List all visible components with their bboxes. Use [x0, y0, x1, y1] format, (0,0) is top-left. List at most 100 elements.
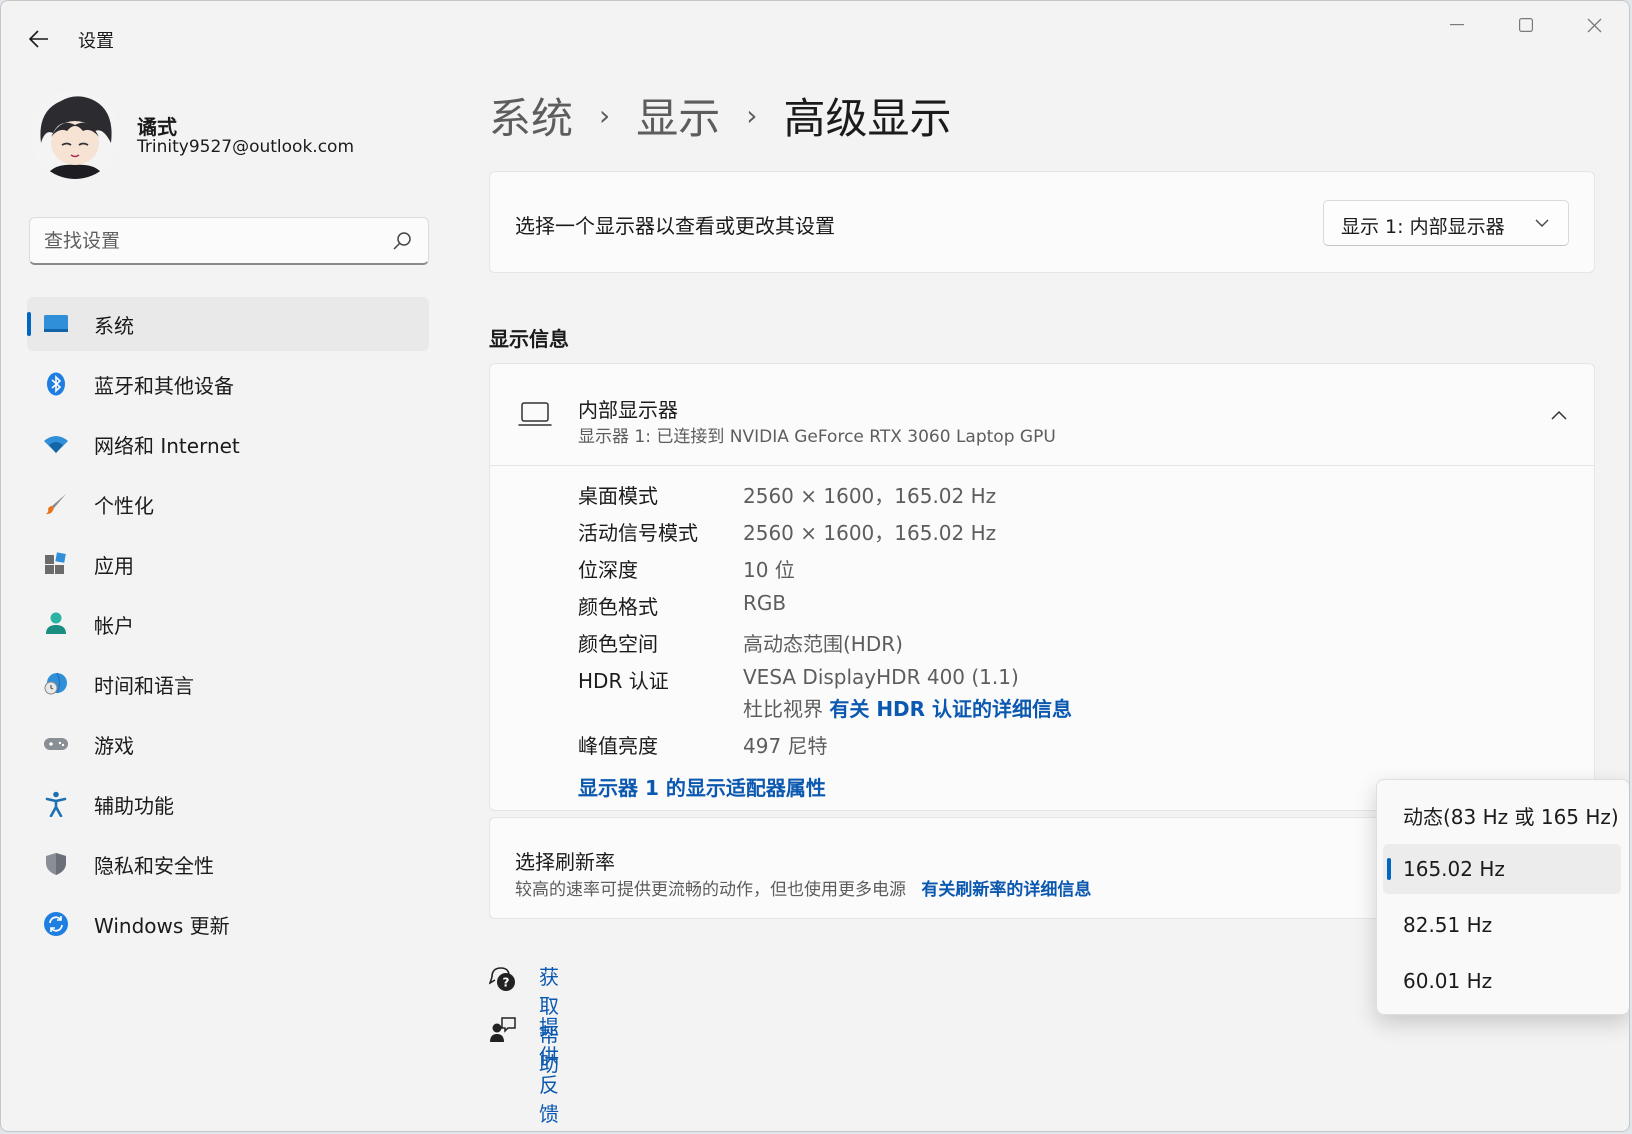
display-info-title: 内部显示器	[578, 398, 678, 422]
refresh-rate-title: 选择刷新率	[515, 850, 615, 874]
sidebar-item-label: 时间和语言	[94, 673, 194, 698]
info-value: 2560 × 1600，165.02 Hz	[743, 521, 997, 545]
sidebar-item-label: 隐私和安全性	[94, 853, 214, 878]
sidebar-item-label: 辅助功能	[94, 793, 174, 818]
breadcrumb-system[interactable]: 系统	[489, 85, 573, 146]
minimize-button[interactable]	[1422, 1, 1491, 49]
system-icon	[43, 311, 69, 337]
sidebar-item-bluetooth[interactable]: 蓝牙和其他设备	[27, 357, 429, 411]
search-box	[29, 217, 429, 265]
bluetooth-icon	[43, 371, 69, 397]
sidebar-item-personalization[interactable]: 个性化	[27, 477, 429, 531]
refresh-option-label: 165.02 Hz	[1403, 857, 1505, 881]
info-value: RGB	[743, 591, 787, 615]
info-key: HDR 认证	[578, 669, 669, 693]
sidebar-nav: 系统 蓝牙和其他设备 网络和 Internet 个性化 应用 帐户 时间和语言 …	[27, 297, 429, 957]
sidebar-item-accounts[interactable]: 帐户	[27, 597, 429, 651]
time-language-icon	[43, 671, 69, 697]
sidebar-item-privacy[interactable]: 隐私和安全性	[27, 837, 429, 891]
refresh-rate-description: 较高的速率可提供更流畅的动作，但也使用更多电源 有关刷新率的详细信息	[515, 875, 1091, 900]
sidebar-item-system[interactable]: 系统	[27, 297, 429, 351]
close-icon	[1587, 18, 1602, 32]
refresh-option-dynamic[interactable]: 动态(83 Hz 或 165 Hz)	[1383, 788, 1621, 838]
feedback-label: 提供反馈	[539, 1015, 559, 1126]
sidebar-item-label: 游戏	[94, 733, 134, 758]
refresh-option-label: 82.51 Hz	[1403, 913, 1493, 937]
info-key: 桌面模式	[578, 484, 658, 508]
refresh-option-60hz[interactable]: 60.01 Hz	[1383, 956, 1621, 1006]
sidebar-item-label: 应用	[94, 553, 134, 578]
info-value: 497 尼特	[743, 734, 828, 758]
shield-icon	[43, 851, 69, 877]
info-value: 2560 × 1600，165.02 Hz	[743, 484, 997, 508]
display-dropdown[interactable]: 显示 1: 内部显示器	[1323, 200, 1569, 246]
sidebar-item-label: 帐户	[94, 613, 134, 638]
wifi-icon	[43, 431, 69, 457]
gaming-icon	[43, 731, 69, 757]
breadcrumb-separator: ›	[746, 98, 758, 132]
chevron-down-icon	[1535, 219, 1549, 227]
feedback-icon	[490, 1017, 516, 1042]
user-email: Trinity9527@outlook.com	[137, 137, 355, 157]
refresh-rate-flyout: 动态(83 Hz 或 165 Hz) 165.02 Hz 82.51 Hz 60…	[1376, 779, 1629, 1015]
search-icon[interactable]	[392, 231, 412, 251]
brush-icon	[43, 491, 69, 517]
title-bar: 设置	[1, 1, 1629, 73]
search-input[interactable]	[44, 226, 384, 256]
sidebar-item-label: Windows 更新	[94, 913, 230, 938]
sidebar-item-apps[interactable]: 应用	[27, 537, 429, 591]
info-key: 峰值亮度	[578, 734, 658, 758]
update-icon	[43, 911, 69, 937]
refresh-rate-details-link[interactable]: 有关刷新率的详细信息	[921, 880, 1091, 900]
sidebar-item-label: 系统	[94, 313, 134, 338]
breadcrumb: 系统 › 显示 › 高级显示	[489, 85, 951, 145]
info-value: VESA DisplayHDR 400 (1.1)	[743, 665, 1019, 689]
maximize-button[interactable]	[1491, 1, 1560, 49]
adapter-properties-link[interactable]: 显示器 1 的显示适配器属性	[578, 772, 826, 801]
info-value: 高动态范围(HDR)	[743, 632, 903, 656]
user-name: 谲式	[137, 115, 177, 139]
breadcrumb-separator: ›	[599, 98, 611, 132]
sidebar-item-network[interactable]: 网络和 Internet	[27, 417, 429, 471]
chevron-up-icon[interactable]	[1550, 408, 1568, 422]
breadcrumb-display[interactable]: 显示	[636, 85, 720, 146]
refresh-option-label: 动态(83 Hz 或 165 Hz)	[1403, 805, 1619, 829]
app-title: 设置	[78, 31, 114, 52]
minimize-icon	[1449, 24, 1464, 26]
back-button[interactable]	[21, 21, 57, 57]
info-key: 颜色空间	[578, 632, 658, 656]
close-button[interactable]	[1560, 1, 1629, 49]
info-key: 位深度	[578, 558, 638, 582]
display-info-card: 内部显示器 显示器 1: 已连接到 NVIDIA GeForce RTX 306…	[489, 363, 1595, 811]
window-controls	[1422, 1, 1629, 49]
sidebar-item-label: 个性化	[94, 493, 154, 518]
display-info-header[interactable]: 内部显示器 显示器 1: 已连接到 NVIDIA GeForce RTX 306…	[490, 364, 1594, 466]
user-profile[interactable]: 谲式 Trinity9527@outlook.com	[31, 91, 451, 181]
settings-window: 设置 谲式 Trinity9527@outlook.com 查找设置 系统 蓝牙…	[0, 0, 1630, 1132]
sidebar-item-label: 网络和 Internet	[94, 433, 240, 458]
info-value-secondary: 杜比视界 有关 HDR 认证的详细信息	[743, 693, 1072, 722]
info-value: 10 位	[743, 558, 795, 582]
sidebar-item-time-language[interactable]: 时间和语言	[27, 657, 429, 711]
refresh-option-82hz[interactable]: 82.51 Hz	[1383, 900, 1621, 950]
laptop-icon	[518, 402, 552, 426]
accessibility-icon	[43, 791, 69, 817]
sidebar-item-gaming[interactable]: 游戏	[27, 717, 429, 771]
refresh-rate-description-text: 较高的速率可提供更流畅的动作，但也使用更多电源	[515, 880, 906, 900]
section-title: 显示信息	[489, 327, 569, 351]
back-arrow-icon	[29, 30, 48, 48]
apps-icon	[43, 551, 69, 577]
maximize-icon	[1518, 18, 1533, 32]
avatar-image	[31, 91, 119, 179]
info-key: 活动信号模式	[578, 521, 698, 545]
display-select-label: 选择一个显示器以查看或更改其设置	[515, 214, 835, 238]
hdr-details-link[interactable]: 有关 HDR 认证的详细信息	[829, 697, 1072, 721]
sidebar-item-windows-update[interactable]: Windows 更新	[27, 897, 429, 951]
sidebar-item-accessibility[interactable]: 辅助功能	[27, 777, 429, 831]
display-info-subtitle: 显示器 1: 已连接到 NVIDIA GeForce RTX 3060 Lapt…	[578, 427, 1056, 447]
svg-text:?: ?	[503, 976, 510, 990]
avatar	[31, 91, 119, 179]
page-title: 高级显示	[783, 93, 952, 143]
refresh-option-165hz[interactable]: 165.02 Hz	[1383, 844, 1621, 894]
display-dropdown-value: 显示 1: 内部显示器	[1341, 216, 1505, 238]
